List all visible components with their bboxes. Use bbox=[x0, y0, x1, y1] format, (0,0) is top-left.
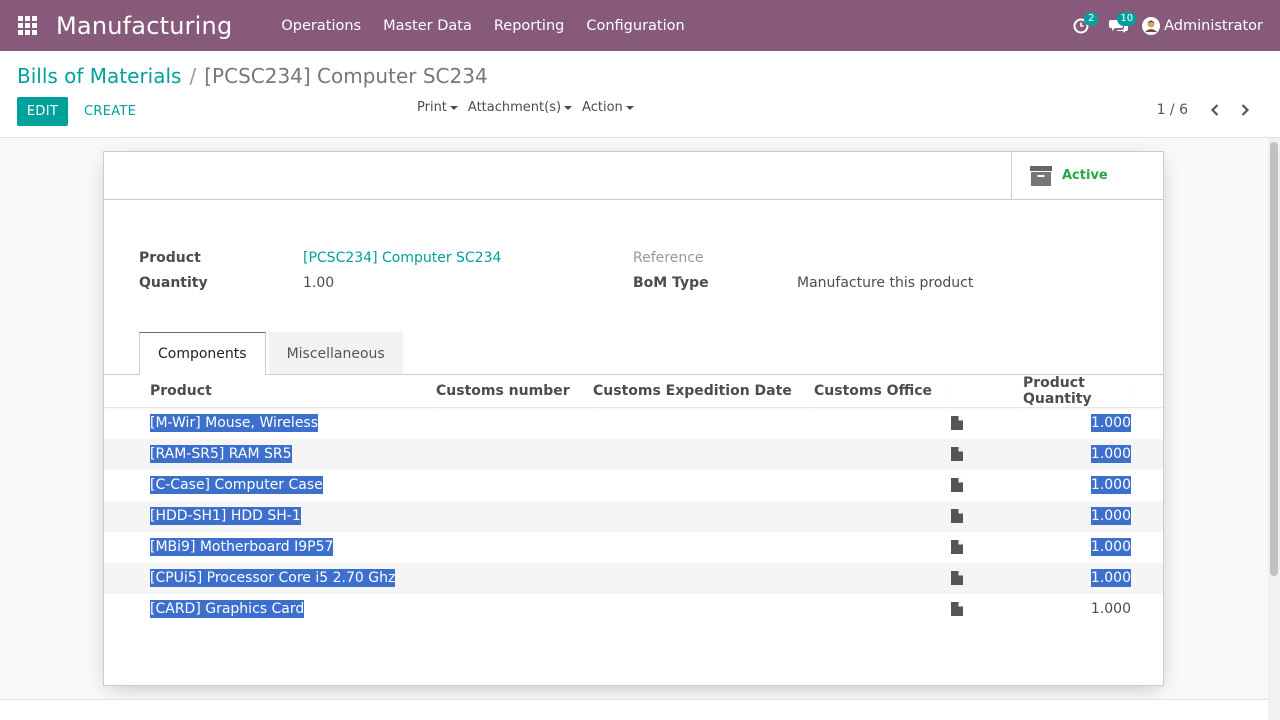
menu-configuration[interactable]: Configuration bbox=[575, 18, 695, 34]
print-dropdown[interactable]: Print bbox=[417, 100, 458, 115]
menu-master-data[interactable]: Master Data bbox=[372, 18, 483, 34]
column-header-product-quantity[interactable]: Product Quantity bbox=[1023, 375, 1131, 408]
column-header-product[interactable]: Product bbox=[150, 375, 436, 408]
action-dropdown[interactable]: Action bbox=[582, 100, 634, 115]
quantity-value: 1.00 bbox=[303, 275, 335, 291]
table-header-row: Product Customs number Customs Expeditio… bbox=[104, 375, 1163, 408]
breadcrumb-current: [PCSC234] Computer SC234 bbox=[204, 64, 488, 88]
pager-previous-button[interactable] bbox=[1200, 100, 1230, 120]
control-panel: Bills of Materials / [PCSC234] Computer … bbox=[0, 51, 1280, 138]
document-icon[interactable] bbox=[951, 416, 963, 431]
table-row[interactable]: [C-Case] Computer Case 1.000 bbox=[104, 470, 1163, 501]
messages-count-badge: 10 bbox=[1117, 12, 1137, 26]
column-header-customs-number[interactable]: Customs number bbox=[436, 375, 593, 408]
apps-grid-icon bbox=[17, 16, 37, 35]
row-product: [HDD-SH1] HDD SH-1 bbox=[150, 507, 301, 525]
row-quantity: 1.000 bbox=[1090, 507, 1131, 525]
reference-label: Reference bbox=[633, 250, 704, 266]
document-icon[interactable] bbox=[951, 571, 963, 585]
menu-operations[interactable]: Operations bbox=[270, 18, 372, 34]
table-row[interactable]: [M-Wir] Mouse, Wireless 1.000 bbox=[104, 408, 1163, 439]
create-button[interactable]: CREATE bbox=[84, 97, 136, 126]
row-product: [M-Wir] Mouse, Wireless bbox=[150, 414, 319, 433]
breadcrumb: Bills of Materials / [PCSC234] Computer … bbox=[17, 64, 488, 88]
scrollbar-thumb[interactable] bbox=[1270, 142, 1278, 576]
row-quantity: 1.000 bbox=[1090, 414, 1131, 433]
table-row[interactable]: [RAM-SR5] RAM SR5 1.000 bbox=[104, 438, 1163, 470]
attachments-label: Attachment(s) bbox=[467, 100, 562, 115]
action-label: Action bbox=[582, 100, 623, 115]
table-row[interactable]: [MBi9] Motherboard I9P57 1.000 bbox=[104, 532, 1163, 563]
document-icon[interactable] bbox=[951, 540, 963, 554]
caret-down-icon bbox=[449, 105, 458, 110]
row-product: [MBi9] Motherboard I9P57 bbox=[150, 538, 334, 556]
row-quantity: 1.000 bbox=[1090, 445, 1131, 463]
user-menu[interactable]: Administrator bbox=[1142, 16, 1263, 35]
main-menu: Operations Master Data Reporting Configu… bbox=[270, 18, 695, 34]
pager-next-button[interactable] bbox=[1230, 100, 1260, 120]
row-product: [CPUi5] Processor Core i5 2.70 Ghz bbox=[150, 569, 396, 587]
caret-down-icon bbox=[625, 105, 634, 110]
bom-type-value: Manufacture this product bbox=[797, 275, 974, 291]
attachments-dropdown[interactable]: Attachment(s) bbox=[467, 100, 573, 115]
row-product: [C-Case] Computer Case bbox=[150, 476, 323, 494]
menu-reporting[interactable]: Reporting bbox=[483, 18, 576, 34]
chatter-area bbox=[0, 700, 1268, 720]
table-row[interactable]: [CARD] Graphics Card 1.000 bbox=[104, 594, 1163, 625]
breadcrumb-bills-of-materials[interactable]: Bills of Materials bbox=[17, 64, 181, 88]
column-header-customs-expedition-date[interactable]: Customs Expedition Date bbox=[593, 375, 814, 408]
vertical-scrollbar[interactable] bbox=[1268, 138, 1280, 720]
print-label: Print bbox=[417, 100, 447, 115]
active-label: Active bbox=[1062, 168, 1108, 183]
chevron-right-icon bbox=[1241, 104, 1250, 116]
activity-button[interactable]: 2 bbox=[1062, 0, 1100, 51]
notebook-tabs: Components Miscellaneous bbox=[139, 332, 403, 375]
activity-count-badge: 2 bbox=[1084, 12, 1099, 26]
button-box: Active bbox=[104, 152, 1163, 200]
document-icon[interactable] bbox=[951, 447, 963, 461]
table-row[interactable]: [HDD-SH1] HDD SH-1 1.000 bbox=[104, 500, 1163, 532]
tab-components[interactable]: Components bbox=[139, 332, 266, 375]
messages-button[interactable]: 10 bbox=[1100, 0, 1138, 51]
systray: 2 10 Administrator bbox=[1062, 0, 1280, 51]
active-toggle-button[interactable]: Active bbox=[1011, 152, 1163, 199]
row-quantity: 1.000 bbox=[1090, 476, 1131, 494]
action-dropdowns: Print Attachment(s) Action bbox=[417, 100, 644, 115]
breadcrumb-separator: / bbox=[189, 64, 197, 88]
document-icon[interactable] bbox=[951, 602, 963, 616]
apps-menu-button[interactable] bbox=[0, 0, 54, 51]
document-icon[interactable] bbox=[951, 509, 963, 523]
row-quantity: 1.000 bbox=[1090, 538, 1131, 556]
row-quantity: 1.000 bbox=[1090, 601, 1131, 617]
form-sheet: Active Product [PCSC234] Computer SC234 … bbox=[103, 151, 1164, 686]
pager: 1 / 6 bbox=[1157, 100, 1260, 120]
pager-value[interactable]: 1 / 6 bbox=[1157, 102, 1188, 118]
app-name[interactable]: Manufacturing bbox=[56, 12, 232, 40]
product-link[interactable]: [PCSC234] Computer SC234 bbox=[303, 250, 501, 266]
bom-type-label: BoM Type bbox=[633, 275, 709, 291]
edit-button[interactable]: EDIT bbox=[17, 97, 68, 126]
quantity-label: Quantity bbox=[139, 275, 208, 291]
archive-icon bbox=[1030, 165, 1052, 186]
row-product: [CARD] Graphics Card bbox=[150, 600, 305, 618]
tab-miscellaneous[interactable]: Miscellaneous bbox=[268, 332, 403, 375]
components-table: Product Customs number Customs Expeditio… bbox=[104, 375, 1163, 625]
column-header-customs-office[interactable]: Customs Office bbox=[814, 375, 951, 408]
row-product: [RAM-SR5] RAM SR5 bbox=[150, 445, 292, 463]
top-navbar: Manufacturing Operations Master Data Rep… bbox=[0, 0, 1280, 51]
user-name: Administrator bbox=[1164, 17, 1263, 34]
avatar bbox=[1142, 16, 1161, 35]
chevron-left-icon bbox=[1210, 104, 1219, 116]
table-row[interactable]: [CPUi5] Processor Core i5 2.70 Ghz 1.000 bbox=[104, 562, 1163, 594]
product-label: Product bbox=[139, 250, 201, 266]
document-icon[interactable] bbox=[951, 478, 963, 492]
row-quantity: 1.000 bbox=[1090, 569, 1131, 587]
caret-down-icon bbox=[564, 105, 573, 110]
